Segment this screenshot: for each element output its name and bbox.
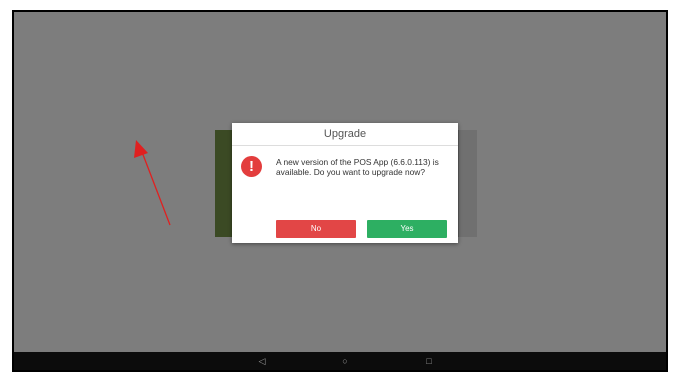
recent-apps-icon[interactable]: □ bbox=[419, 352, 439, 370]
alert-exclamation-icon: ! bbox=[241, 156, 262, 177]
home-icon[interactable]: ○ bbox=[335, 352, 355, 370]
background-card-left-panel bbox=[215, 130, 233, 237]
no-button[interactable]: No bbox=[276, 220, 356, 238]
yes-button[interactable]: Yes bbox=[367, 220, 447, 238]
back-icon[interactable]: ◁ bbox=[252, 352, 272, 370]
dialog-body: ! A new version of the POS App (6.6.0.11… bbox=[232, 146, 458, 206]
upgrade-dialog: Upgrade ! A new version of the POS App (… bbox=[232, 123, 458, 243]
dimmed-app-screen: Upgrade ! A new version of the POS App (… bbox=[14, 12, 666, 352]
dialog-message: A new version of the POS App (6.6.0.113)… bbox=[276, 157, 439, 177]
background-card-right-panel bbox=[459, 130, 477, 237]
device-frame: Upgrade ! A new version of the POS App (… bbox=[12, 10, 668, 372]
android-navigation-bar: ◁ ○ □ bbox=[14, 352, 666, 370]
dialog-title: Upgrade bbox=[232, 123, 458, 146]
